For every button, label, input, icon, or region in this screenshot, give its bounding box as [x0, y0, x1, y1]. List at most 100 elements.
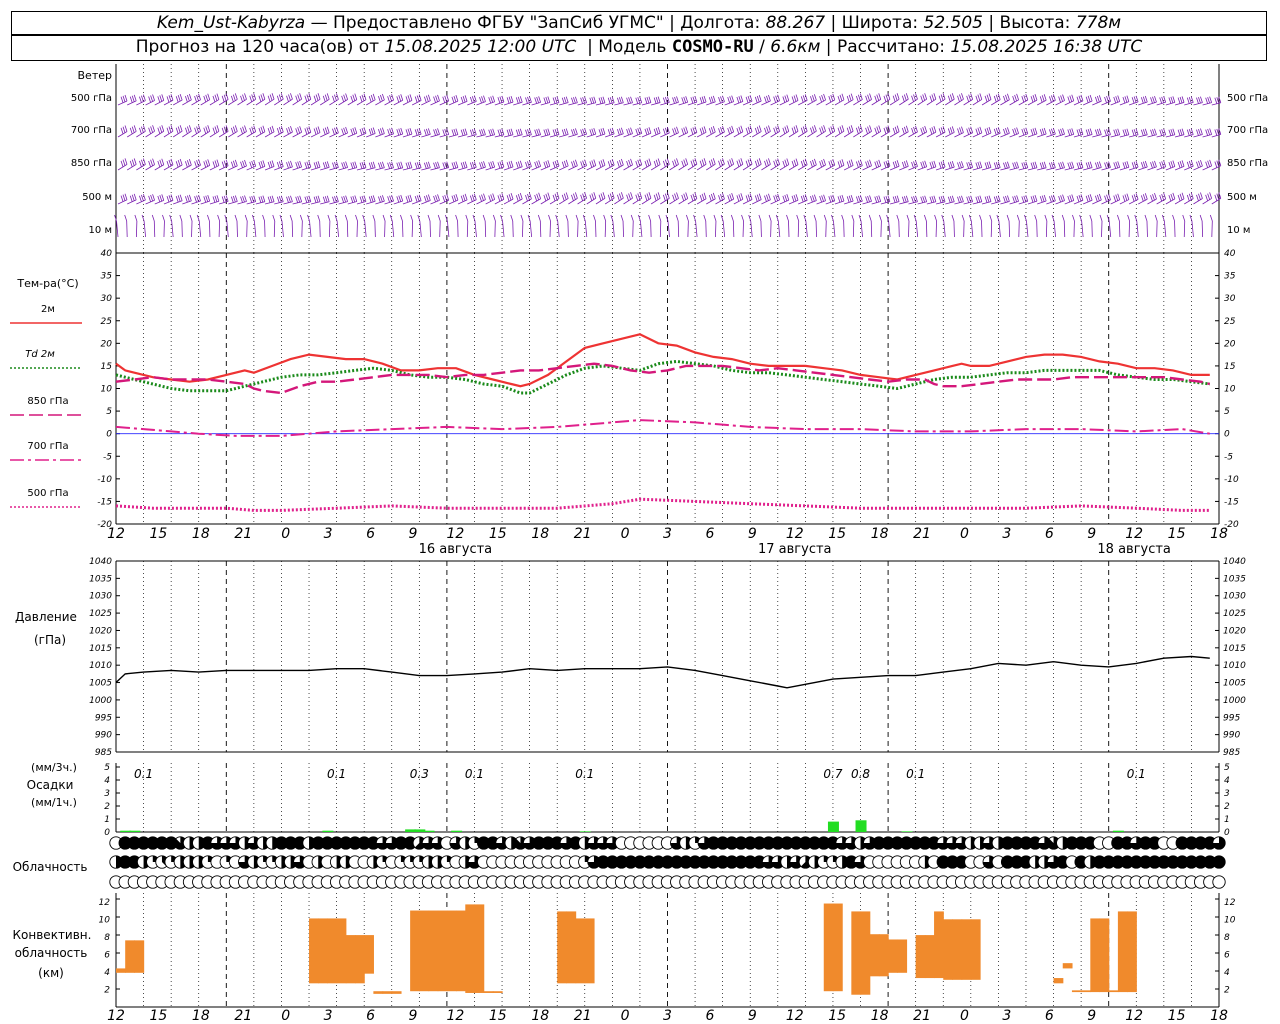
wind-barb-feather	[166, 195, 170, 203]
prec-axis-label-top: (мм/3ч.)	[31, 761, 77, 774]
wind-barb-feather	[251, 214, 255, 222]
precip-total-label: 0.1	[327, 767, 346, 781]
hour-tick-label: 0	[281, 1008, 290, 1024]
hour-tick-label: 0	[960, 526, 969, 542]
wind-barb-feather	[427, 194, 431, 201]
wind-barb-feather	[674, 96, 677, 104]
wind-barb	[135, 220, 138, 238]
wind-barb-feather	[510, 160, 514, 167]
wind-barb-feather	[221, 196, 225, 203]
wind-barb-feather	[681, 97, 685, 104]
wind-barb-feather	[343, 127, 346, 135]
hour-tick-label: 18	[1210, 1008, 1228, 1024]
conv-axis-label-2: облачность	[15, 946, 88, 960]
wind-barb-feather	[1014, 195, 1017, 203]
wind-barb-feather	[819, 127, 822, 134]
wind-barb-feather	[710, 96, 714, 103]
pres-tick-label: 1000	[89, 696, 112, 706]
wind-barb-feather	[626, 161, 629, 168]
wind-barb-feather	[188, 125, 192, 132]
wind-barb-feather	[460, 129, 464, 136]
wind-barb-feather	[464, 128, 468, 135]
wind-barb	[677, 220, 680, 238]
wind-barb-feather	[949, 196, 953, 203]
wind-barb-feather	[380, 195, 383, 202]
wind-barb-feather	[497, 129, 501, 136]
wind-barb-feather	[288, 127, 291, 134]
wind-barb-feather	[380, 162, 383, 169]
wind-barb	[419, 220, 422, 238]
wind-barb-feather	[405, 129, 409, 136]
wind-barb-feather	[708, 97, 712, 104]
wind-barb-feather	[966, 95, 970, 102]
wind-barb-feather	[593, 214, 596, 222]
wind-barb-feather	[685, 126, 689, 133]
wind-barb-feather	[756, 95, 760, 103]
hour-tick-label: 6	[366, 1008, 375, 1024]
wind-barb-feather	[676, 192, 679, 199]
wind-barb-feather	[674, 159, 677, 166]
wind-barb-feather	[823, 194, 826, 201]
wind-barb-feather	[299, 214, 303, 222]
wind-barb-feather	[768, 214, 772, 222]
wind-barb-feather	[244, 125, 247, 132]
wind-barb-feather	[867, 94, 870, 101]
hour-tick-label: 18	[871, 1008, 889, 1024]
wind-barb-feather	[1039, 162, 1043, 169]
prec-tick-label-right: 0	[1224, 828, 1230, 838]
wind-barb-feather	[791, 195, 795, 203]
wind-barb	[742, 220, 744, 238]
wind-barb-feather	[593, 159, 597, 166]
wind-barb-feather	[986, 161, 990, 169]
wind-barb-feather	[738, 194, 742, 201]
wind-barb-feather	[635, 128, 639, 136]
wind-barb-feather	[565, 214, 569, 222]
wind-barb-feather	[391, 93, 394, 101]
conv-cloud-bar	[961, 919, 972, 980]
wind-barb	[522, 220, 524, 238]
wind-barb-feather	[435, 95, 438, 102]
wind-barb	[291, 220, 294, 238]
wind-barb-feather	[389, 162, 392, 169]
wind-barb-feather	[929, 95, 933, 102]
wind-barb-feather	[453, 161, 457, 169]
wind-barb-feather	[810, 96, 813, 103]
wind-barb-feather	[517, 193, 521, 201]
wind-barb-feather	[212, 161, 216, 168]
hour-tick-label: 15	[828, 526, 846, 542]
wind-barb-feather	[1115, 129, 1119, 136]
wind-barb-feather	[1144, 160, 1148, 168]
wind-barb-feather	[1021, 162, 1025, 169]
wind-barb-feather	[1144, 193, 1148, 200]
wind-barb-feather	[462, 129, 466, 136]
wind-barb-feather	[352, 162, 356, 169]
wind-barb-feather	[1209, 192, 1212, 199]
wind-barb-feather	[1087, 194, 1091, 202]
wind-barb-feather	[561, 129, 565, 136]
wind-barb	[880, 220, 882, 238]
wind-barb-feather	[352, 195, 356, 203]
wind-barb-feather	[758, 193, 762, 200]
wind-barb-feather	[951, 126, 955, 133]
wind-barb-feather	[251, 160, 255, 168]
wind-barb-feather	[837, 161, 841, 168]
wind-barb-feather	[933, 93, 937, 100]
wind-barb	[1008, 220, 1010, 238]
wind-barb-feather	[131, 95, 135, 102]
wind-barb-feather	[427, 214, 431, 222]
wind-barb-feather	[1096, 129, 1100, 136]
wind-barb-feather	[841, 194, 845, 202]
wind-barb-feather	[129, 127, 133, 134]
wind-barb-feather	[1205, 161, 1209, 168]
wind-barb-feather	[306, 161, 310, 168]
wind-barb-feather	[133, 193, 137, 201]
wind-barb	[153, 220, 156, 238]
wind-barb-feather	[758, 214, 762, 222]
wind-barb-feather	[1085, 129, 1089, 136]
wind-barb	[852, 220, 855, 238]
wind-barb-feather	[203, 127, 207, 134]
wind-barb	[577, 220, 579, 238]
wind-barb	[264, 220, 266, 238]
temp-legend-label: 500 гПа	[27, 488, 68, 499]
wind-barb-feather	[194, 95, 197, 103]
